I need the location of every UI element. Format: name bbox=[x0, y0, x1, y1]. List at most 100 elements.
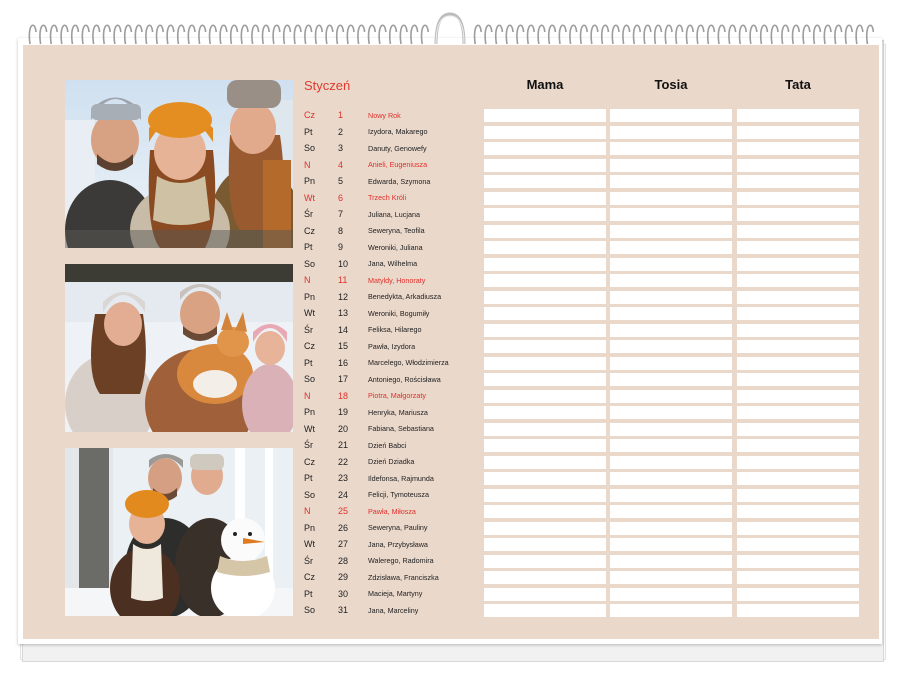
day-number: 10 bbox=[338, 258, 349, 269]
entry-cell[interactable] bbox=[484, 472, 606, 485]
entry-cell[interactable] bbox=[737, 158, 859, 172]
entry-cell[interactable] bbox=[610, 125, 732, 139]
entry-cell[interactable] bbox=[737, 307, 859, 320]
entry-cell[interactable] bbox=[610, 538, 732, 551]
entry-cell[interactable] bbox=[610, 109, 732, 122]
entry-cell[interactable] bbox=[737, 439, 859, 452]
entry-cell[interactable] bbox=[737, 472, 859, 485]
spiral-loop bbox=[399, 24, 408, 45]
entry-cell[interactable] bbox=[737, 373, 859, 386]
entry-cell[interactable] bbox=[737, 389, 859, 403]
entry-cell[interactable] bbox=[737, 571, 859, 584]
entry-cell[interactable] bbox=[484, 554, 606, 568]
entry-cell[interactable] bbox=[484, 604, 606, 617]
entry-cell[interactable] bbox=[610, 571, 732, 584]
entry-cell[interactable] bbox=[484, 109, 606, 122]
entry-cell[interactable] bbox=[484, 587, 606, 601]
entry-cell[interactable] bbox=[610, 554, 732, 568]
entry-cell[interactable] bbox=[484, 389, 606, 403]
entry-cell[interactable] bbox=[737, 554, 859, 568]
entry-cell[interactable] bbox=[484, 356, 606, 370]
entry-cell[interactable] bbox=[484, 208, 606, 221]
entry-cell[interactable] bbox=[484, 142, 606, 155]
entry-cell[interactable] bbox=[737, 175, 859, 188]
entry-cell[interactable] bbox=[737, 323, 859, 337]
nameday-label: Benedykta, Arkadiusza bbox=[368, 292, 442, 302]
entry-cell[interactable] bbox=[737, 274, 859, 287]
entry-cell[interactable] bbox=[737, 488, 859, 502]
entry-cell[interactable] bbox=[484, 241, 606, 254]
entry-cell[interactable] bbox=[484, 538, 606, 551]
entry-cell[interactable] bbox=[484, 125, 606, 139]
entry-cell[interactable] bbox=[484, 290, 606, 304]
entry-cell[interactable] bbox=[610, 340, 732, 353]
entry-cell[interactable] bbox=[610, 488, 732, 502]
entry-cell[interactable] bbox=[484, 191, 606, 205]
entry-cell[interactable] bbox=[484, 439, 606, 452]
day-number: 31 bbox=[338, 605, 349, 616]
entry-cell[interactable] bbox=[610, 241, 732, 254]
entry-cell[interactable] bbox=[737, 604, 859, 617]
entry-cell[interactable] bbox=[610, 604, 732, 617]
entry-cell[interactable] bbox=[484, 571, 606, 584]
entry-cell[interactable] bbox=[737, 422, 859, 436]
entry-cell[interactable] bbox=[610, 274, 732, 287]
entry-cell[interactable] bbox=[737, 224, 859, 238]
entry-cell[interactable] bbox=[610, 142, 732, 155]
entry-cell[interactable] bbox=[737, 191, 859, 205]
entry-cell[interactable] bbox=[610, 257, 732, 271]
entry-cell[interactable] bbox=[484, 307, 606, 320]
entry-cell[interactable] bbox=[484, 158, 606, 172]
entry-cell[interactable] bbox=[484, 406, 606, 419]
entry-cell[interactable] bbox=[484, 455, 606, 469]
entry-cell[interactable] bbox=[610, 373, 732, 386]
entry-cell[interactable] bbox=[610, 455, 732, 469]
entry-cell[interactable] bbox=[610, 521, 732, 535]
entry-cell[interactable] bbox=[737, 538, 859, 551]
entry-cell[interactable] bbox=[484, 257, 606, 271]
entry-cell[interactable] bbox=[737, 290, 859, 304]
entry-cell[interactable] bbox=[610, 323, 732, 337]
entry-cell[interactable] bbox=[610, 587, 732, 601]
entry-cell[interactable] bbox=[737, 356, 859, 370]
entry-cell[interactable] bbox=[737, 241, 859, 254]
entry-cell[interactable] bbox=[610, 406, 732, 419]
entry-cell[interactable] bbox=[484, 521, 606, 535]
entry-cell[interactable] bbox=[484, 274, 606, 287]
entry-cell[interactable] bbox=[737, 505, 859, 518]
entry-cell[interactable] bbox=[484, 488, 606, 502]
entry-cell[interactable] bbox=[737, 521, 859, 535]
entry-cell[interactable] bbox=[610, 175, 732, 188]
entry-cell[interactable] bbox=[737, 406, 859, 419]
entry-cell[interactable] bbox=[484, 323, 606, 337]
spiral-loop bbox=[335, 24, 345, 45]
entry-cell[interactable] bbox=[484, 505, 606, 518]
month-title: Styczeń bbox=[304, 78, 351, 93]
entry-cell[interactable] bbox=[484, 175, 606, 188]
entry-cell[interactable] bbox=[737, 125, 859, 139]
entry-cell[interactable] bbox=[484, 373, 606, 386]
entry-cell[interactable] bbox=[610, 439, 732, 452]
entry-cell[interactable] bbox=[737, 340, 859, 353]
entry-cell[interactable] bbox=[737, 257, 859, 271]
entry-cell[interactable] bbox=[737, 587, 859, 601]
entry-cell[interactable] bbox=[610, 290, 732, 304]
entry-cell[interactable] bbox=[737, 142, 859, 155]
entry-cell[interactable] bbox=[484, 422, 606, 436]
spiral-loop bbox=[717, 24, 726, 45]
entry-cell[interactable] bbox=[610, 472, 732, 485]
entry-cell[interactable] bbox=[610, 208, 732, 221]
entry-cell[interactable] bbox=[610, 158, 732, 172]
entry-cell[interactable] bbox=[610, 224, 732, 238]
entry-cell[interactable] bbox=[610, 389, 732, 403]
entry-cell[interactable] bbox=[610, 191, 732, 205]
entry-cell[interactable] bbox=[737, 208, 859, 221]
entry-cell[interactable] bbox=[610, 505, 732, 518]
entry-cell[interactable] bbox=[484, 340, 606, 353]
entry-cell[interactable] bbox=[610, 356, 732, 370]
entry-cell[interactable] bbox=[737, 109, 859, 122]
entry-cell[interactable] bbox=[610, 422, 732, 436]
entry-cell[interactable] bbox=[610, 307, 732, 320]
entry-cell[interactable] bbox=[737, 455, 859, 469]
entry-cell[interactable] bbox=[484, 224, 606, 238]
